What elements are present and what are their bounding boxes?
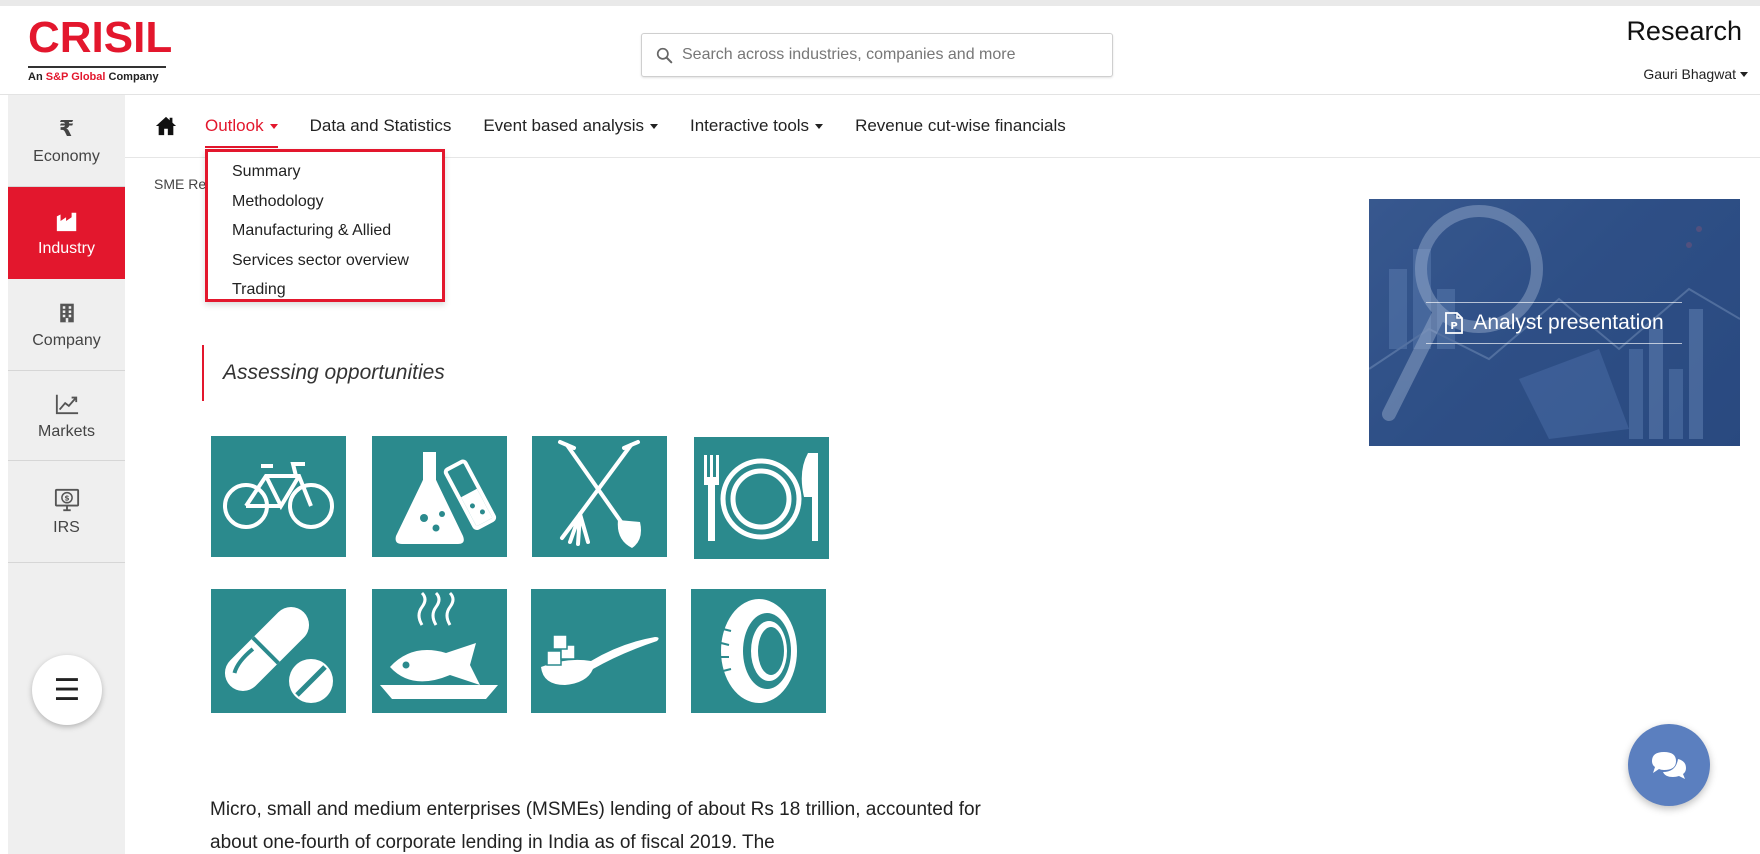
crisil-logo[interactable]: CRISIL An S&P Global Company [28,13,173,94]
menu-item-services-sector-overview[interactable]: Services sector overview [208,246,442,276]
logo-tagline-brand: S&P Global [45,71,106,83]
monitor-dollar-icon: $ [54,487,80,513]
sidebar-item-label: Markets [38,422,95,440]
logo-word: CRISIL [28,13,173,62]
chart-line-icon [54,391,80,417]
tile-bicycle[interactable] [211,436,346,557]
search-input[interactable] [682,46,1102,64]
chevron-down-icon [1740,71,1748,77]
tile-food-services[interactable] [694,437,829,559]
factory-icon [54,208,80,234]
bicycle-icon [223,462,334,529]
chat-bubbles-icon [1652,752,1686,779]
top-header: CRISIL An S&P Global Company Research Ga… [0,0,1760,95]
chevron-down-icon [815,123,824,129]
analyst-presentation-label: Analyst presentation [1473,311,1664,334]
tab-revenue-cut-wise-financials[interactable]: Revenue cut-wise financials [855,95,1066,158]
chevron-down-icon [269,123,278,129]
tab-interactive-tools[interactable]: Interactive tools [690,95,824,158]
chat-button[interactable] [1628,724,1710,806]
analyst-presentation-link[interactable]: P Analyst presentation [1426,302,1682,344]
sidebar-item-label: Economy [33,147,100,165]
tyre-icon [720,599,797,703]
chemistry-flask-icon [395,452,497,544]
fish-dish-icon [380,591,498,699]
tab-label: Revenue cut-wise financials [855,116,1066,135]
tile-chemicals[interactable] [372,436,507,557]
svg-text:$: $ [64,493,69,502]
hamburger-icon: ☰ [53,673,81,707]
tile-seafood[interactable] [372,589,507,713]
tab-label: Event based analysis [483,116,644,135]
tools-shovel-fork-icon [558,440,641,548]
tile-tyres[interactable] [691,589,826,713]
pdf-file-icon: P [1445,312,1464,334]
logo-tagline: An S&P Global Company [28,71,168,83]
search-box[interactable] [641,33,1113,77]
analyst-presentation-card[interactable]: P Analyst presentation [1369,199,1740,446]
sidebar-item-label: IRS [53,518,80,536]
menu-item-methodology[interactable]: Methodology [208,187,442,217]
user-menu[interactable]: Gauri Bhagwat [1643,66,1748,82]
page-section-title: Research [1626,16,1742,46]
logo-tagline-prefix: An [28,71,46,83]
sidebar-item-industry[interactable]: Industry [8,187,125,279]
tab-label: Outlook [205,116,264,135]
home-icon[interactable] [155,115,177,137]
section-quote: Assessing opportunities [202,345,445,401]
tab-event-based-analysis[interactable]: Event based analysis [483,95,658,158]
left-sidebar: ₹ Economy Industry Company Markets $ IRS… [8,95,125,854]
sidebar-item-irs[interactable]: $ IRS [8,461,125,563]
tile-agriculture[interactable] [532,436,667,557]
pills-icon [224,606,333,703]
tile-pharma[interactable] [211,589,346,713]
tile-sugar[interactable] [531,589,666,713]
menu-item-trading[interactable]: Trading [208,275,442,305]
svg-text:P: P [1451,321,1458,332]
logo-tagline-suffix: Company [105,71,159,83]
tab-label: Data and Statistics [309,116,452,135]
user-name: Gauri Bhagwat [1643,66,1736,82]
chevron-down-icon [650,123,658,129]
intro-paragraph: Micro, small and medium enterprises (MSM… [210,799,981,853]
sidebar-item-company[interactable]: Company [8,279,125,371]
sidebar-item-markets[interactable]: Markets [8,371,125,461]
building-icon [54,300,80,326]
sidebar-item-label: Industry [38,240,95,257]
outlook-dropdown-menu: Summary Methodology Manufacturing & Alli… [205,149,445,302]
sidebar-menu-button[interactable]: ☰ [32,655,102,725]
sugar-spoon-icon [541,634,659,685]
logo-rule [28,66,166,68]
menu-item-manufacturing-allied[interactable]: Manufacturing & Allied [208,216,442,246]
menu-item-summary[interactable]: Summary [208,157,442,187]
search-icon [656,47,673,63]
tab-label: Interactive tools [690,116,810,135]
rupee-icon: ₹ [58,115,75,141]
sidebar-item-label: Company [32,331,101,349]
breadcrumb[interactable]: SME Re [154,176,206,192]
sidebar-item-economy[interactable]: ₹ Economy [8,95,125,187]
plate-fork-knife-icon [704,453,818,541]
